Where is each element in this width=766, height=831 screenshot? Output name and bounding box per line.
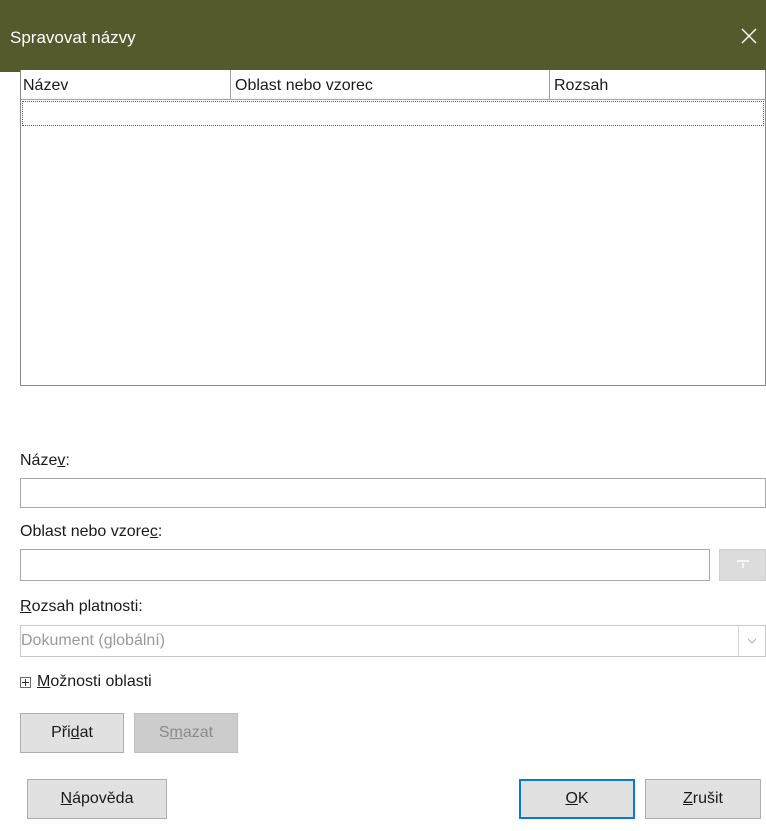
range-label: Oblast nebo vzorec:: [20, 523, 163, 540]
range-options-label: Možnosti oblasti: [37, 673, 152, 690]
chevron-down-icon[interactable]: [738, 626, 765, 656]
column-header-name[interactable]: Název: [21, 70, 231, 99]
column-header-range[interactable]: Oblast nebo vzorec: [231, 70, 550, 99]
range-options-expander[interactable]: Možnosti oblasti: [20, 673, 152, 691]
plus-box-icon: [20, 676, 31, 688]
shrink-button[interactable]: [719, 549, 766, 581]
ok-button[interactable]: OK: [519, 779, 635, 819]
scope-label: Rozsah platnosti:: [20, 598, 143, 615]
title-bar: Spravovat názvy: [0, 0, 766, 72]
names-list[interactable]: Název Oblast nebo vzorec Rozsah: [20, 70, 766, 386]
help-button[interactable]: Nápověda: [27, 779, 167, 819]
add-button[interactable]: Při d at: [20, 713, 124, 753]
list-header: Název Oblast nebo vzorec Rozsah: [21, 70, 765, 100]
scope-select-value: Dokument (globální): [21, 632, 166, 649]
close-button[interactable]: [732, 20, 766, 52]
list-focus-row[interactable]: [22, 101, 764, 126]
name-input[interactable]: [20, 478, 766, 508]
scope-select[interactable]: Dokument (globální): [20, 625, 766, 657]
delete-button[interactable]: Sm azat: [134, 713, 238, 753]
shrink-icon: [736, 556, 750, 574]
close-icon: [741, 28, 757, 44]
range-input[interactable]: [20, 549, 710, 581]
name-label: Název:: [20, 452, 70, 469]
cancel-button[interactable]: Zrušit: [645, 779, 761, 819]
column-header-scope[interactable]: Rozsah: [550, 70, 766, 99]
window-title: Spravovat názvy: [10, 28, 136, 47]
